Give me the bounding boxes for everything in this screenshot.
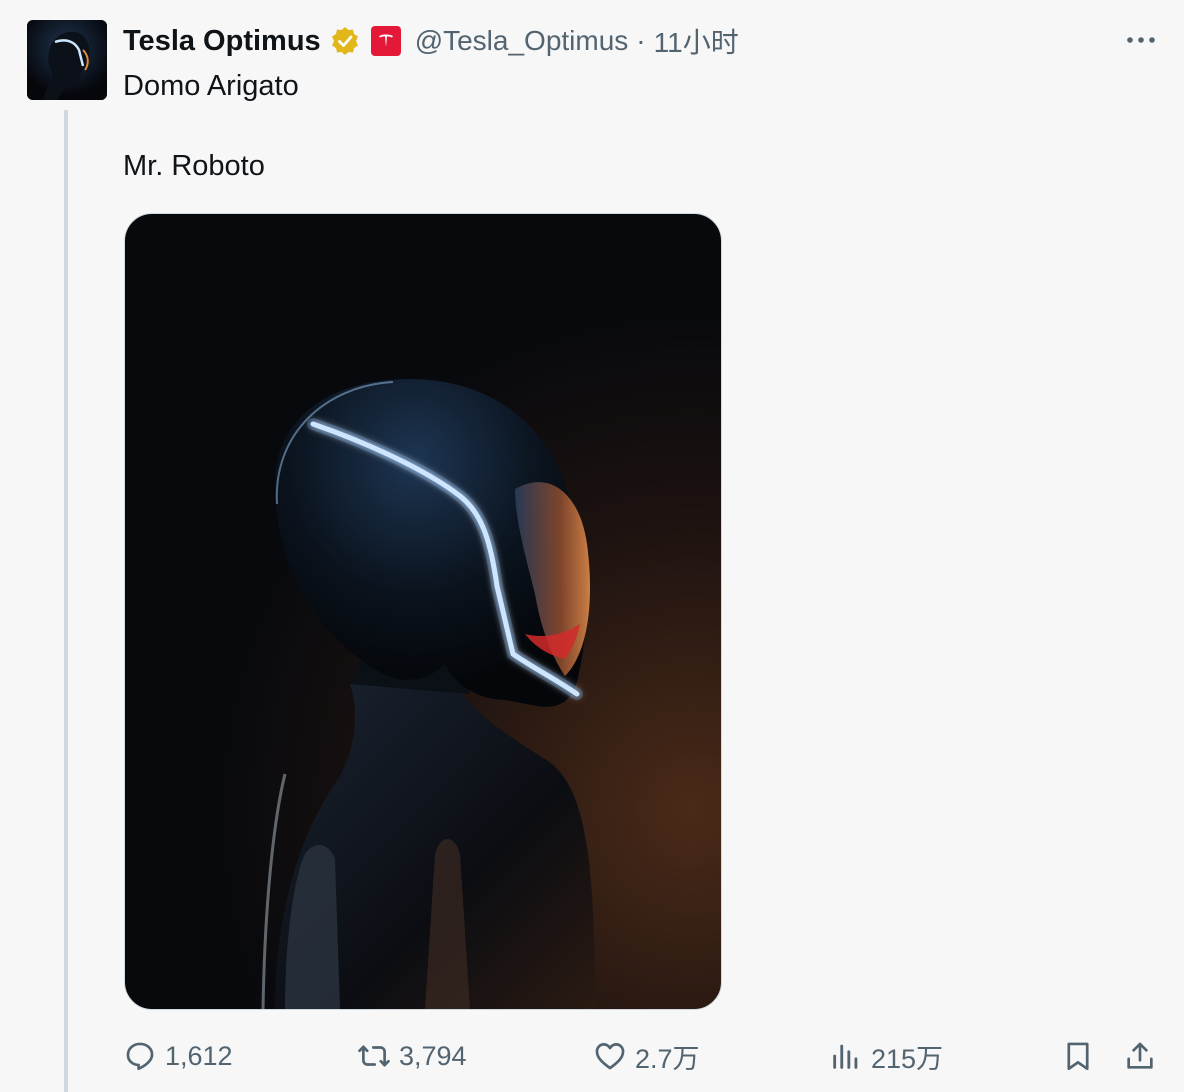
thread-connector-line xyxy=(64,110,68,1092)
heart-icon xyxy=(595,1043,625,1070)
author-avatar[interactable] xyxy=(27,20,107,100)
author-handle[interactable]: @Tesla_Optimus xyxy=(415,25,629,57)
share-icon xyxy=(1127,1042,1153,1069)
robot-head-illustration xyxy=(261,379,595,1009)
tweet-text-line-1: Domo Arigato xyxy=(123,70,299,102)
avatar-image xyxy=(27,20,107,100)
views-chart-icon xyxy=(833,1044,858,1069)
retweet-icon xyxy=(358,1045,390,1067)
tesla-logo-icon[interactable] xyxy=(370,26,401,56)
more-icon[interactable] xyxy=(1120,24,1162,56)
verified-badge-icon[interactable] xyxy=(329,25,361,57)
tweet-text-line-2: Mr. Roboto xyxy=(123,150,265,182)
views-button[interactable]: 215万 xyxy=(829,1030,943,1082)
separator-dot: · xyxy=(636,25,646,56)
reply-button[interactable]: 1,612 xyxy=(123,1030,233,1082)
retweet-button[interactable]: 3,794 xyxy=(357,1030,467,1082)
like-count: 2.7万 xyxy=(635,1043,700,1074)
tweet-header: Tesla Optimus @Tesla_Optimus · 11小时 xyxy=(123,20,739,62)
reply-count: 1,612 xyxy=(165,1040,233,1071)
bookmark-icon xyxy=(1067,1042,1089,1071)
bookmark-button[interactable] xyxy=(1061,1030,1095,1082)
tweet-action-bar: 1,612 3,794 2.7万 215万 xyxy=(123,1030,1163,1082)
views-count: 215万 xyxy=(871,1043,944,1074)
tweet-media-image[interactable] xyxy=(124,213,722,1010)
tweet-timestamp[interactable]: 11小时 xyxy=(654,21,739,61)
author-display-name[interactable]: Tesla Optimus xyxy=(123,25,321,58)
share-button[interactable] xyxy=(1123,1030,1157,1082)
retweet-count: 3,794 xyxy=(399,1040,467,1071)
reply-icon xyxy=(126,1042,154,1071)
like-button[interactable]: 2.7万 xyxy=(593,1030,700,1082)
